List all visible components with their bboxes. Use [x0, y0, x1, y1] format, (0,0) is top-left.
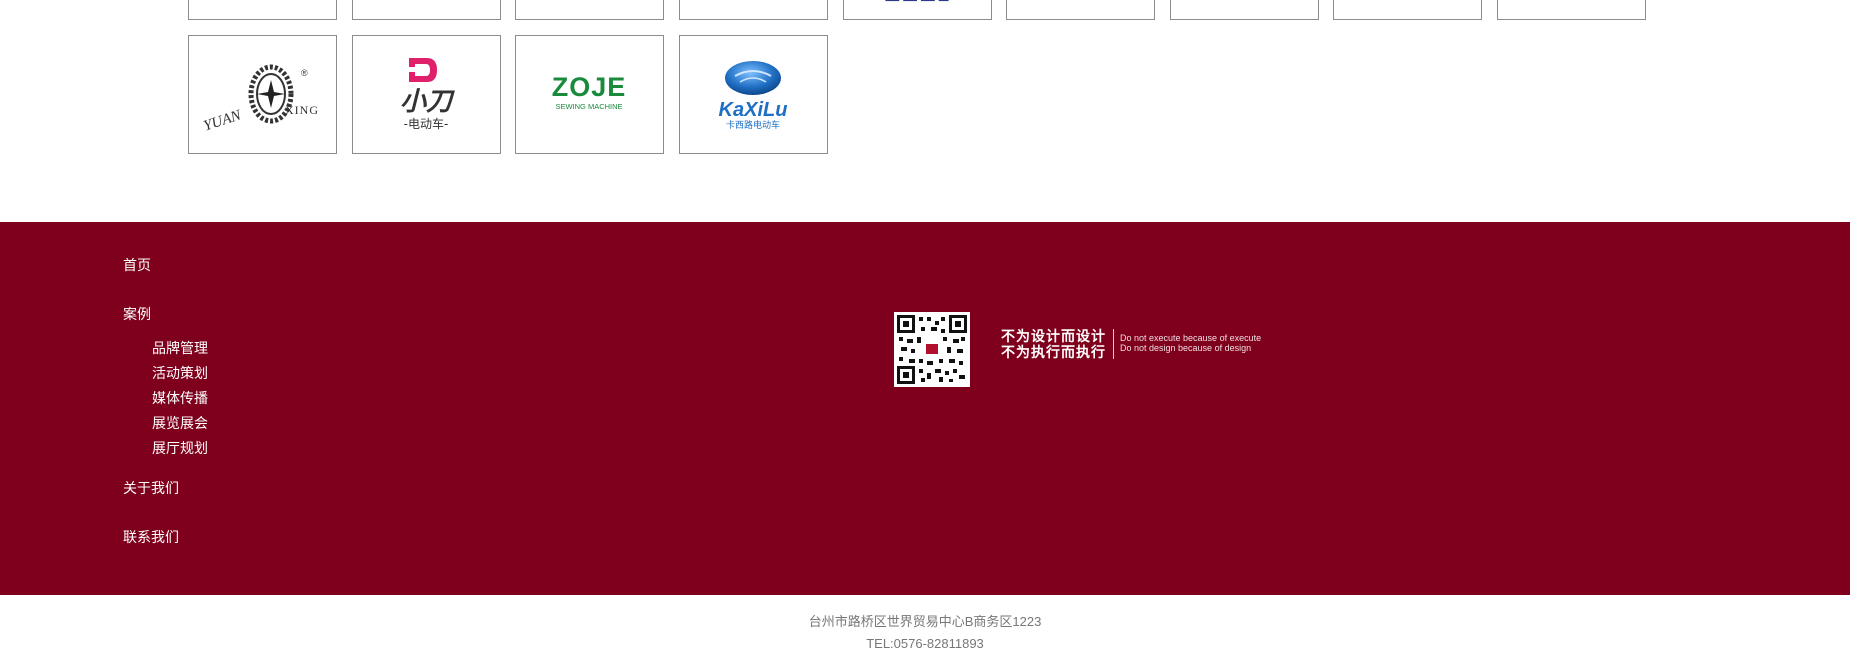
partner-tile-xiaodao[interactable]: 小刀 -电动车-: [352, 35, 501, 154]
slogan-en-line-2: Do not design because of design: [1120, 343, 1252, 353]
kaxilu-brand-text: KaXiLu: [719, 99, 788, 121]
xiaodao-sub-text: -电动车-: [404, 116, 449, 131]
footer-nav-media[interactable]: 媒体传播: [152, 389, 208, 407]
qr-code-pattern: [897, 315, 967, 384]
partner-tile[interactable]: [1006, 0, 1155, 20]
partner-tile[interactable]: [679, 0, 828, 20]
zoje-brand-text: ZOJE: [552, 72, 627, 102]
partner-tile[interactable]: [1170, 0, 1319, 20]
xiaodao-brand-text: 小刀: [400, 87, 455, 117]
partner-logo-fragment: [885, 0, 949, 2]
partner-tile[interactable]: [515, 0, 664, 20]
yuanxing-text-left: YUAN: [202, 107, 244, 134]
qr-code: [894, 312, 970, 387]
footer-nav-cases[interactable]: 案例: [123, 305, 151, 323]
footer-nav-event-planning[interactable]: 活动策划: [152, 364, 208, 382]
footer-tel: TEL:0576-82811893: [866, 636, 984, 651]
footer: [0, 222, 1850, 595]
footer-nav-about[interactable]: 关于我们: [123, 479, 179, 497]
partner-tile-yuanxing[interactable]: YUAN XING ®: [188, 35, 337, 154]
footer-nav-contact[interactable]: 联系我们: [123, 528, 179, 546]
partner-tile[interactable]: [1333, 0, 1482, 20]
yuanxing-tire-logo: YUAN XING ®: [202, 64, 319, 135]
kaxilu-sub-text: 卡西路电动车: [726, 119, 780, 131]
footer-address: 台州市路桥区世界贸易中心B商务区1223: [808, 614, 1042, 629]
partner-tile-kaxilu[interactable]: KaXiLu 卡西路电动车: [679, 35, 828, 154]
zoje-sub-text: SEWING MACHINE: [555, 102, 622, 111]
partner-tile[interactable]: [188, 0, 337, 20]
footer-nav-home[interactable]: 首页: [123, 256, 151, 274]
slogan-cn-line-2: 不为执行而执行: [1001, 344, 1106, 360]
yuanxing-text-right: XING: [285, 103, 319, 117]
zoje-logo: ZOJE SEWING MACHINE: [552, 72, 627, 111]
slogan-cn-line-1: 不为设计而设计: [1001, 328, 1106, 344]
footer-nav-brand-management[interactable]: 品牌管理: [152, 339, 208, 357]
registered-mark: ®: [301, 68, 308, 78]
slogan-en-line-1: Do not execute because of execute: [1120, 333, 1262, 343]
partner-tile-zoje[interactable]: ZOJE SEWING MACHINE: [515, 35, 664, 154]
kaxilu-logo: KaXiLu 卡西路电动车: [719, 61, 788, 131]
partner-tile[interactable]: [1497, 0, 1646, 20]
partner-tile[interactable]: [352, 0, 501, 20]
partner-tile[interactable]: [843, 0, 992, 20]
slogan-divider: [1113, 329, 1114, 359]
footer-nav-showroom[interactable]: 展厅规划: [152, 439, 208, 457]
xiaodao-logo: 小刀 -电动车-: [400, 58, 455, 131]
footer-nav-exhibitions[interactable]: 展览展会: [152, 414, 208, 432]
